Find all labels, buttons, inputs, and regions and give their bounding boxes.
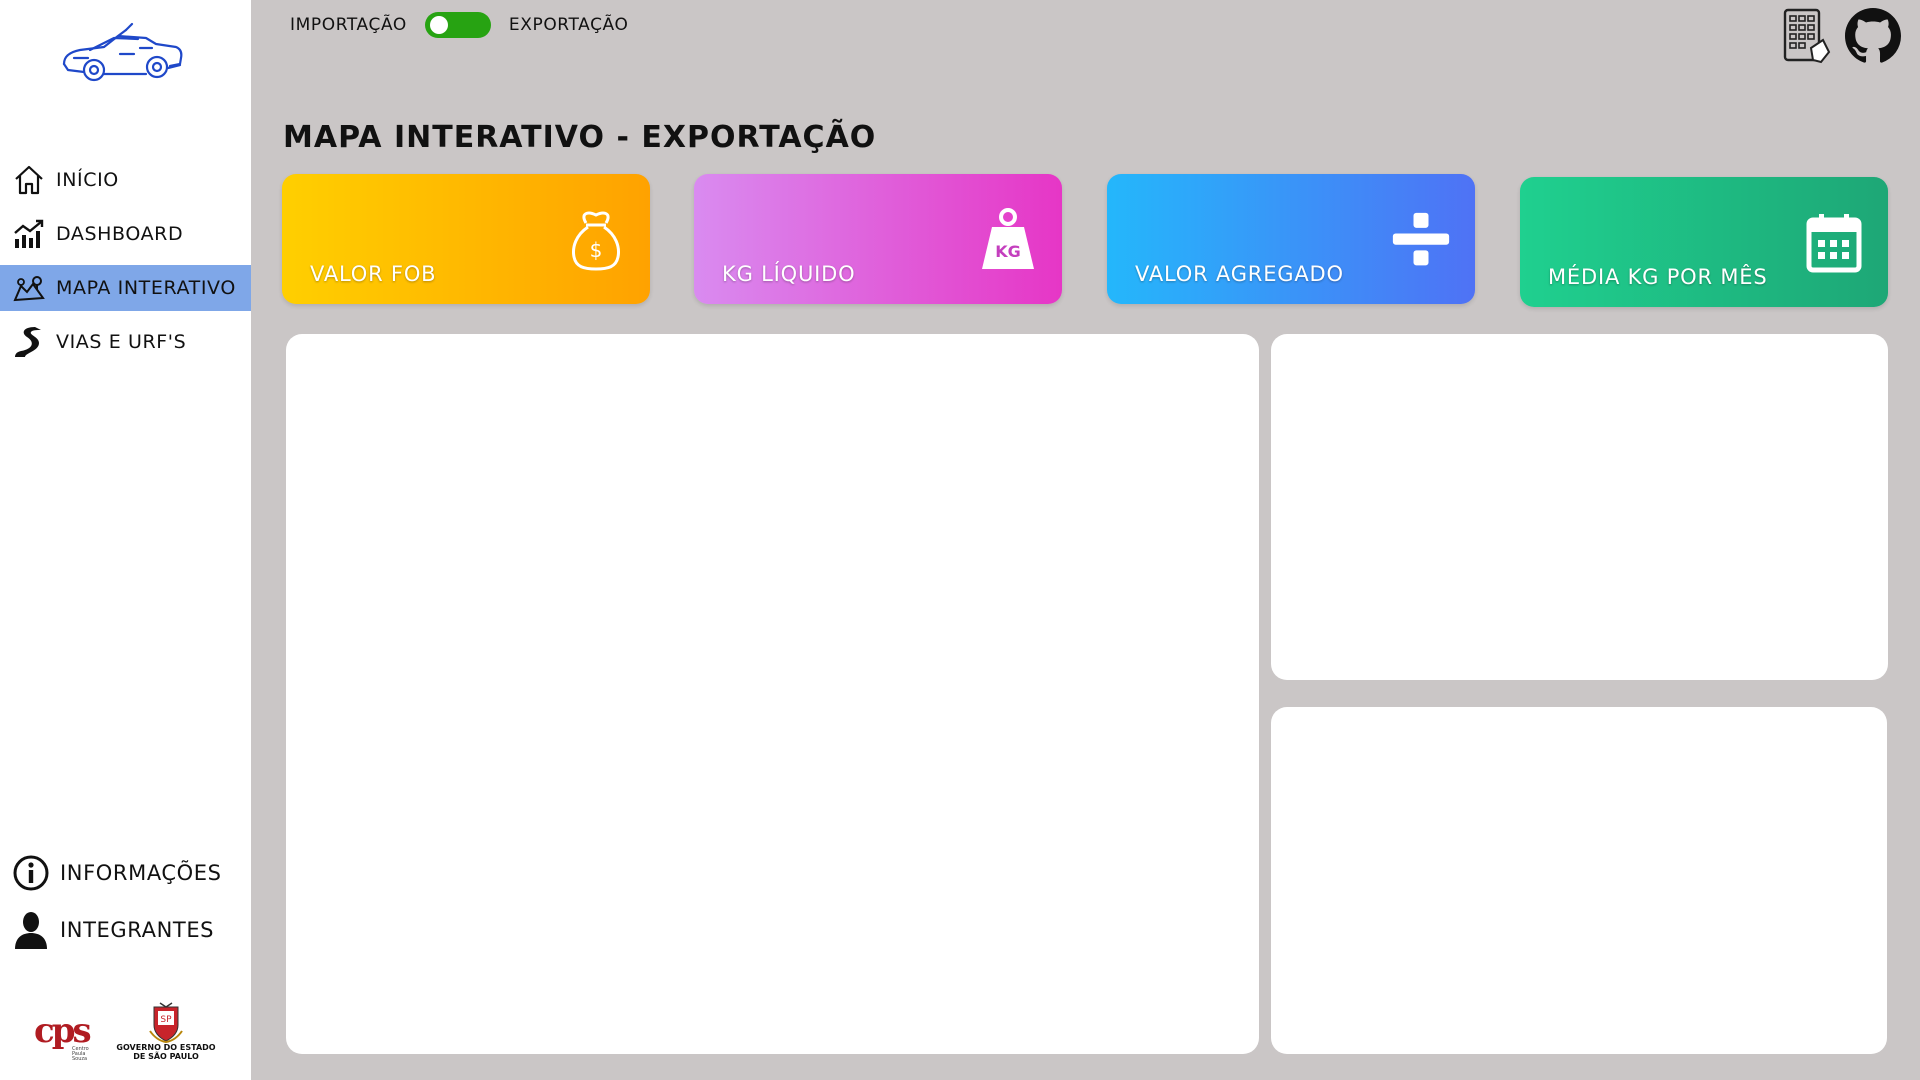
- spreadsheet-icon[interactable]: [1783, 8, 1831, 64]
- map-icon: [12, 271, 46, 305]
- calendar-icon: [1804, 211, 1864, 275]
- card-label: Valor Agregado: [1135, 262, 1344, 286]
- card-valor-agregado[interactable]: Valor Agregado: [1107, 174, 1475, 304]
- home-icon: [12, 163, 46, 197]
- sidebar: Início Dashboard Mapa Interativo: [0, 0, 251, 1080]
- money-bag-icon: $: [566, 208, 626, 272]
- sidebar-item-label: Início: [56, 169, 119, 191]
- dashboard-chart-icon: [12, 217, 46, 251]
- card-label: KG Líquido: [722, 262, 856, 286]
- import-export-switch[interactable]: [424, 12, 491, 38]
- sidebar-item-informacoes[interactable]: Informações: [0, 849, 251, 897]
- footer-logos: cps Centro Paula Souza SP GOVERNO DO EST…: [34, 1000, 224, 1068]
- sidebar-item-mapa-interativo[interactable]: Mapa Interativo: [0, 265, 251, 311]
- card-kg-liquido[interactable]: KG Líquido KG: [694, 174, 1062, 304]
- card-label: Valor FOB: [310, 262, 437, 286]
- top-icons: [1783, 8, 1901, 64]
- svg-text:SP: SP: [160, 1015, 172, 1025]
- info-icon: [12, 854, 50, 892]
- sidebar-item-label: Dashboard: [56, 223, 184, 245]
- sidebar-item-label: Mapa Interativo: [56, 277, 236, 299]
- chart-panel-top: [1271, 334, 1888, 680]
- cps-logo-subtext: Centro Paula Souza: [72, 1046, 89, 1062]
- gov-sp-text: GOVERNO DO ESTADO: [116, 1043, 216, 1052]
- sidebar-item-dashboard[interactable]: Dashboard: [0, 211, 251, 257]
- divide-icon: [1391, 208, 1451, 272]
- sidebar-item-label: Informações: [60, 861, 222, 885]
- gov-sp-crest-icon: SP: [149, 1002, 183, 1043]
- switch-knob: [429, 16, 448, 34]
- sidebar-item-integrantes[interactable]: Integrantes: [0, 906, 251, 954]
- toggle-label-exportacao[interactable]: Exportação: [509, 15, 629, 35]
- sidebar-item-label: Vias e URF's: [56, 331, 187, 353]
- cps-logo-text: cps: [34, 1011, 92, 1051]
- card-media-kg-por-mes[interactable]: Média KG por Mês: [1520, 177, 1888, 307]
- gov-sp-text: DE SÃO PAULO: [133, 1052, 199, 1061]
- car-logo-icon[interactable]: [60, 20, 184, 88]
- github-icon[interactable]: [1845, 8, 1901, 64]
- user-icon: [12, 911, 50, 949]
- main-nav: Início Dashboard Mapa Interativo: [0, 157, 251, 373]
- svg-text:$: $: [590, 238, 603, 262]
- map-panel[interactable]: [286, 334, 1259, 1054]
- sidebar-item-vias-urfs[interactable]: Vias e URF's: [0, 319, 251, 365]
- toggle-label-importacao[interactable]: Importação: [290, 15, 407, 35]
- card-label: Média KG por Mês: [1548, 265, 1768, 289]
- card-valor-fob[interactable]: Valor FOB $: [282, 174, 650, 304]
- sidebar-item-label: Integrantes: [60, 918, 215, 942]
- weight-icon: KG: [978, 208, 1038, 272]
- gov-sp-logo: SP GOVERNO DO ESTADO DE SÃO PAULO: [116, 1001, 216, 1067]
- cps-logo: cps Centro Paula Souza: [34, 1011, 100, 1062]
- road-icon: [12, 325, 46, 359]
- chart-panel-bottom: [1271, 707, 1887, 1054]
- sidebar-item-inicio[interactable]: Início: [0, 157, 251, 203]
- bottom-nav: Informações Integrantes: [0, 849, 251, 963]
- svg-text:KG: KG: [995, 242, 1021, 261]
- import-export-toggle-area: Importação Exportação: [290, 12, 628, 38]
- page-title: Mapa Interativo - Exportação: [283, 120, 877, 155]
